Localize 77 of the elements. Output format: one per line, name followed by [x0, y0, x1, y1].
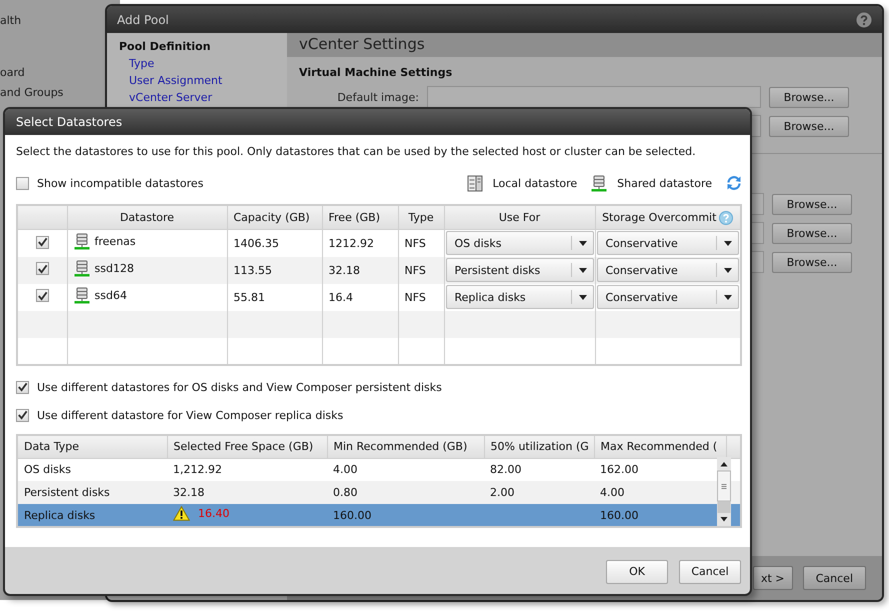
- datastore-name: ssd64: [94, 289, 127, 302]
- table-cell: 160.00: [327, 504, 484, 527]
- subsection-title: Virtual Machine Settings: [299, 66, 454, 79]
- use-for-dropdown[interactable]: OS disks: [446, 231, 594, 256]
- checkbox-label: Use different datastore for View Composer replica disks: [37, 408, 344, 422]
- table-row[interactable]: OS disks 1,212.92 4.00 82.00 162.00: [17, 458, 741, 481]
- table-row[interactable]: ssd64 55.81 16.4 NFS Replica disks Conservative: [17, 284, 741, 310]
- sidebar-item[interactable]: alth: [0, 14, 22, 27]
- nav-heading: Pool Definition: [119, 39, 212, 55]
- table-cell: 162.00: [594, 458, 726, 481]
- checkbox-label: Show incompatible datastores: [37, 176, 204, 190]
- nav-link[interactable]: vCenter Server: [119, 89, 287, 106]
- table-cell: 4.00: [594, 481, 726, 504]
- cancel-button[interactable]: Cancel: [802, 566, 866, 590]
- caret-icon: [578, 240, 586, 246]
- caret-icon: [578, 294, 586, 300]
- sidebar-item[interactable]: and Groups: [0, 86, 64, 99]
- column-header[interactable]: Data Type: [17, 434, 167, 458]
- table-row[interactable]: Replica disks 16.40 160.00 160.00: [17, 504, 741, 527]
- legend-label: Local datastore: [492, 176, 578, 190]
- table-cell: 4.00: [327, 458, 484, 481]
- browse-button[interactable]: Browse...: [772, 222, 852, 244]
- table-cell: 2.00: [484, 481, 594, 504]
- table-cell: OS disks: [17, 458, 167, 481]
- checkbox[interactable]: [16, 176, 29, 190]
- column-header[interactable]: Min Recommended (GB): [327, 434, 484, 458]
- checkbox[interactable]: [16, 408, 29, 422]
- next-button[interactable]: xt >: [752, 566, 793, 590]
- overcommit-dropdown[interactable]: Conservative: [596, 258, 739, 282]
- scrollbar[interactable]: [717, 457, 731, 526]
- datastore-name: ssd128: [94, 262, 134, 275]
- table-row[interactable]: Persistent disks 32.18 0.80 2.00 4.00: [17, 481, 741, 504]
- sidebar-item[interactable]: oard: [0, 66, 25, 79]
- browse-button[interactable]: Browse...: [772, 194, 852, 214]
- browse-button[interactable]: Browse...: [769, 86, 849, 108]
- use-for-dropdown[interactable]: Replica disks: [446, 285, 594, 309]
- table-cell: 1,212.92: [167, 458, 327, 481]
- database-icon: [591, 174, 608, 192]
- use-for-dropdown[interactable]: Persistent disks: [446, 258, 594, 282]
- column-header[interactable]: 50% utilization (G: [484, 434, 594, 458]
- datastore-name: freenas: [94, 235, 136, 248]
- table-cell: 32.18: [167, 481, 327, 504]
- checkbox[interactable]: [36, 289, 49, 302]
- table-row[interactable]: ssd128 113.55 32.18 NFS Persistent disks Conservative: [17, 256, 741, 284]
- checkbox-label: Use different datastores for OS disks and View Composer persistent disks: [37, 380, 442, 394]
- table-cell: Persistent disks: [17, 481, 167, 504]
- field-label: Default image:: [336, 90, 419, 104]
- caret-icon: [578, 268, 586, 272]
- window-title: Select Datastores: [16, 115, 122, 129]
- table-cell: 0.80: [327, 481, 484, 504]
- table-row[interactable]: freenas 1406.35 1212.92 NFS OS disks Conservative: [17, 230, 741, 256]
- warning-value: 16.40: [198, 507, 230, 520]
- help-icon[interactable]: [856, 12, 872, 28]
- caret-icon: [724, 268, 732, 272]
- checkbox[interactable]: [36, 262, 49, 276]
- nav-link[interactable]: Type: [119, 55, 287, 72]
- caret-icon: [724, 294, 732, 300]
- overcommit-dropdown[interactable]: Conservative: [596, 285, 739, 309]
- table-cell: Replica disks: [17, 504, 167, 527]
- browse-button[interactable]: Browse...: [772, 252, 852, 272]
- instruction-text: Select the datastores to use for this pool. Only datastores that can be used by the selected host or cluster can be selected.: [16, 144, 697, 160]
- window-title: Add Pool: [117, 12, 169, 26]
- nav-link[interactable]: User Assignment: [119, 72, 287, 89]
- section-header: vCenter Settings: [287, 33, 882, 57]
- table-cell: 82.00: [484, 458, 594, 481]
- checkbox[interactable]: [36, 236, 49, 248]
- ok-button[interactable]: OK: [606, 560, 668, 584]
- checkbox[interactable]: [16, 380, 29, 394]
- overcommit-dropdown[interactable]: Conservative: [596, 231, 739, 256]
- server-icon: [466, 174, 483, 192]
- legend-label: Shared datastore: [617, 176, 712, 190]
- refresh-icon[interactable]: [726, 175, 742, 191]
- column-header[interactable]: Selected Free Space (GB): [167, 434, 327, 458]
- cancel-button[interactable]: Cancel: [679, 560, 741, 584]
- table-cell: 160.00: [594, 504, 726, 527]
- caret-icon: [724, 240, 732, 246]
- browse-button[interactable]: Browse...: [769, 116, 849, 136]
